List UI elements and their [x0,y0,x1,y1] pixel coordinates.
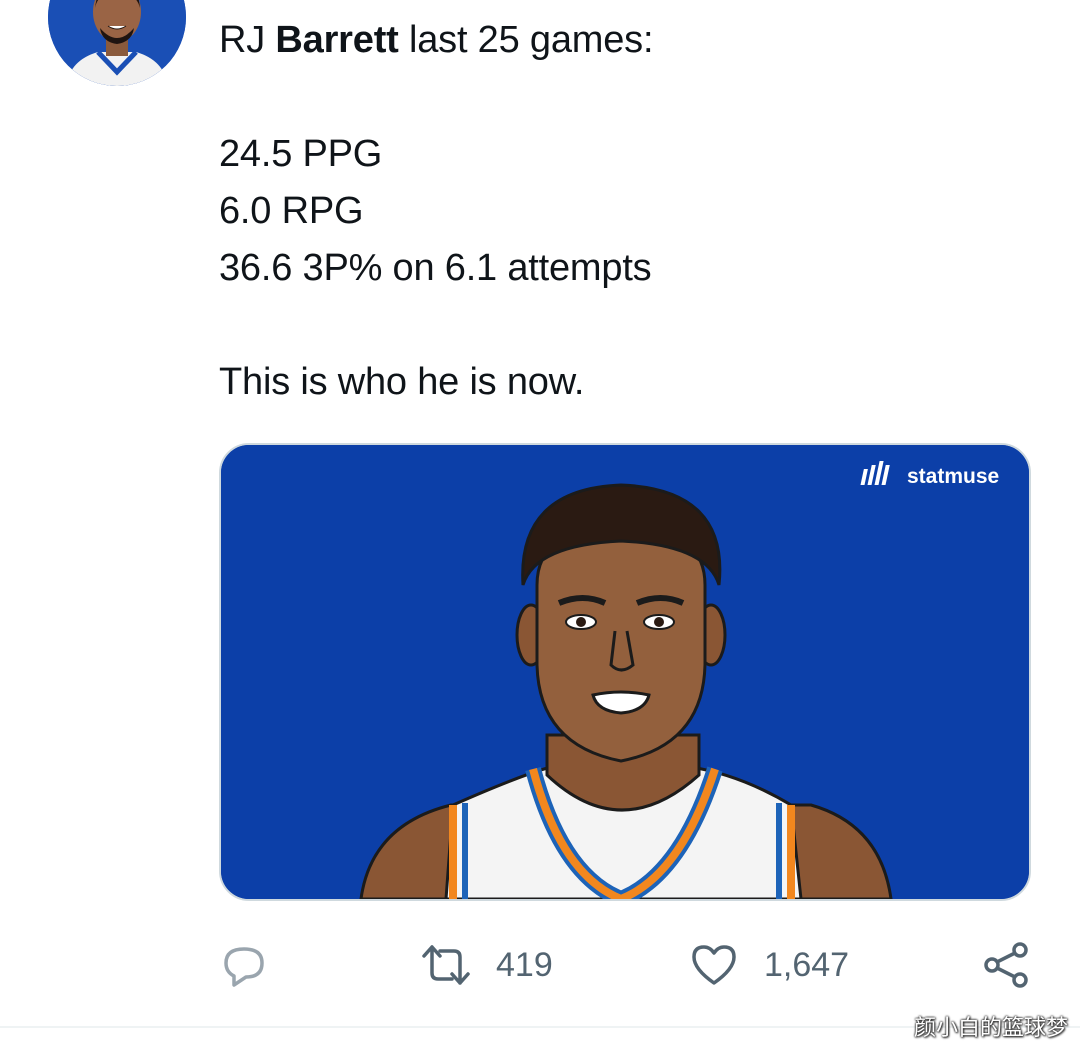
retweet-count: 419 [496,945,553,984]
stat-line-ppg: 24.5 PPG [219,133,383,175]
reply-button[interactable] [220,930,268,1000]
like-count: 1,647 [764,945,850,984]
tweet-closing-line: This is who he is now. [219,361,585,403]
media-card[interactable]: statmuse [219,443,1031,901]
statmuse-brand-label: statmuse [907,465,999,488]
share-button[interactable] [982,930,1030,1000]
player-illustration: statmuse [221,445,1029,899]
watermark: 颜小白的篮球梦 [913,1016,1068,1041]
stat-line-3p: 36.6 3P% on 6.1 attempts [219,247,652,289]
retweet-button[interactable]: 419 [422,930,553,1000]
player-name: Barrett [275,19,399,61]
retweet-icon [422,945,470,985]
heart-icon [692,945,736,985]
like-button[interactable]: 1,647 [690,930,849,1000]
tweet-headline: RJ Barrett last 25 games: [219,19,654,61]
tweet-action-bar: 419 1,647 [0,930,1080,1000]
share-icon [984,942,1028,988]
avatar-illustration [48,0,186,86]
author-avatar[interactable] [48,0,186,86]
reply-icon [224,947,264,987]
tweet-body: RJ Barrett last 25 games: 24.5 PPG 6.0 R… [219,12,1039,411]
stat-line-rpg: 6.0 RPG [219,190,364,232]
